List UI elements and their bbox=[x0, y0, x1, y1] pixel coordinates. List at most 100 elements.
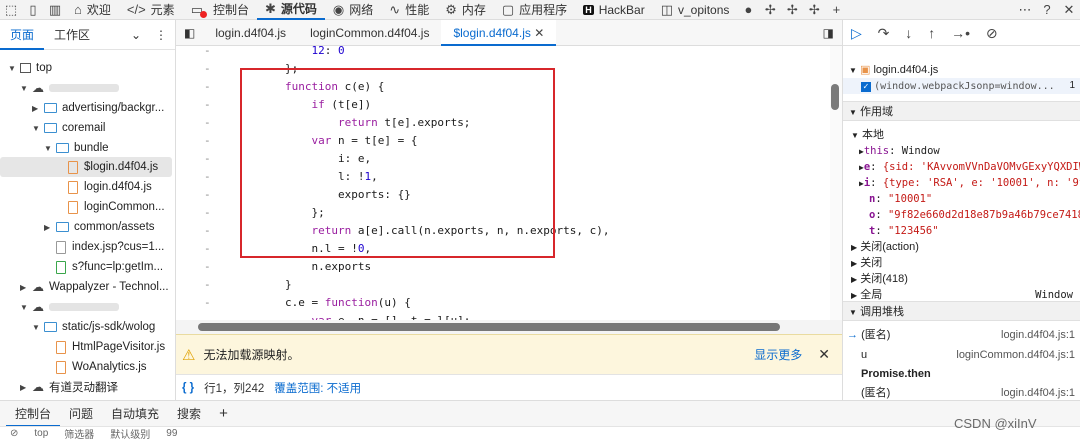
close-icon[interactable]: ✕ bbox=[818, 346, 830, 363]
tree-item-folder[interactable]: ▼ static/js-sdk/wolog bbox=[0, 317, 176, 337]
line-gutter[interactable]: - bbox=[204, 294, 212, 312]
extension-icon[interactable]: ✢ bbox=[781, 0, 803, 20]
tree-item-folder[interactable]: ▶ advertising/backgr... bbox=[0, 98, 176, 118]
more-vertical-icon[interactable]: ⋮ bbox=[147, 20, 175, 50]
horizontal-scroll-thumb[interactable] bbox=[198, 323, 780, 331]
log-level-select[interactable]: 默认级别 bbox=[110, 426, 150, 441]
resume-icon[interactable]: ▷ bbox=[851, 25, 862, 41]
cookie-icon[interactable]: ● bbox=[737, 0, 759, 20]
tree-item-file[interactable]: HtmlPageVisitor.js bbox=[0, 337, 176, 357]
tree-item-file[interactable]: $login.d4f04.js bbox=[0, 157, 172, 177]
tab-elements[interactable]: </> 元素 bbox=[119, 0, 183, 20]
tree-item-folder[interactable]: ▼ coremail bbox=[0, 118, 176, 138]
tree-item-extension[interactable]: ▶ ☁ 有道灵动翻译 bbox=[0, 377, 176, 397]
tab-sources[interactable]: ✱ 源代码 bbox=[257, 0, 325, 20]
coverage-link[interactable]: 覆盖范围: 不适用 bbox=[274, 380, 361, 396]
line-gutter[interactable]: - bbox=[204, 96, 212, 114]
closure-scope[interactable]: ▶ 关闭(418) bbox=[843, 271, 1080, 287]
line-gutter[interactable]: - bbox=[204, 204, 212, 222]
tree-item-origin[interactable]: ▼ ☁ bbox=[0, 78, 176, 98]
scope-entry[interactable]: ▶this: Window bbox=[843, 143, 1080, 159]
tree-item-file[interactable]: WoAnalytics.js bbox=[0, 357, 176, 377]
tree-item-file[interactable]: index.jsp?cus=1... bbox=[0, 237, 176, 257]
editor-tab[interactable]: login.d4f04.js bbox=[203, 20, 298, 46]
tree-item-folder[interactable]: ▼ bundle bbox=[0, 138, 176, 158]
breakpoint-entry[interactable]: ✓ (window.webpackJsonp=window... 1 bbox=[843, 78, 1080, 94]
context-selector[interactable]: top bbox=[34, 428, 48, 439]
checkbox-checked-icon[interactable]: ✓ bbox=[861, 82, 871, 92]
line-gutter[interactable]: - bbox=[204, 60, 212, 78]
line-gutter[interactable]: - bbox=[204, 312, 212, 320]
close-icon[interactable]: ✕ bbox=[1058, 0, 1080, 20]
issues-count[interactable]: 99 bbox=[166, 428, 177, 439]
scope-entry[interactable]: t: "123456" bbox=[843, 223, 1080, 239]
tab-application[interactable]: ▢ 应用程序 bbox=[494, 0, 575, 20]
tree-item-top[interactable]: ▼ top bbox=[0, 58, 176, 78]
extension-icon[interactable]: ✢ bbox=[759, 0, 781, 20]
drawer-tab-console[interactable]: 控制台 bbox=[6, 401, 61, 427]
debugger-toggle-icon[interactable]: ◨ bbox=[815, 20, 842, 46]
line-gutter[interactable]: - bbox=[204, 46, 212, 60]
step-into-icon[interactable]: ↓ bbox=[905, 25, 912, 41]
show-more-link[interactable]: 显示更多 bbox=[754, 346, 802, 363]
tree-item-folder[interactable]: ▶ common/assets bbox=[0, 217, 176, 237]
line-gutter[interactable]: - bbox=[204, 150, 212, 168]
help-icon[interactable]: ? bbox=[1036, 0, 1058, 20]
tab-network[interactable]: ◉ 网络 bbox=[325, 0, 381, 20]
add-drawer-tab-button[interactable]: + bbox=[210, 401, 237, 427]
tree-item-file[interactable]: loginCommon... bbox=[0, 197, 176, 217]
vertical-scroll-thumb[interactable] bbox=[831, 84, 839, 110]
scope-header[interactable]: ▼ 作用域 bbox=[843, 101, 1080, 121]
line-gutter[interactable]: - bbox=[204, 114, 212, 132]
scope-entry[interactable]: n: "10001" bbox=[843, 191, 1080, 207]
tab-memory[interactable]: ⚙ 内存 bbox=[437, 0, 494, 20]
inspect-icon[interactable]: ⬚ bbox=[0, 0, 22, 20]
step-over-icon[interactable]: ↷ bbox=[878, 25, 890, 41]
tree-item-file[interactable]: s?func=lp:getIm... bbox=[0, 257, 176, 277]
tab-performance[interactable]: ∿ 性能 bbox=[381, 0, 437, 20]
pretty-print-button[interactable]: { } bbox=[182, 382, 194, 394]
drawer-tab-issues[interactable]: 问题 bbox=[60, 401, 102, 427]
tree-item-file[interactable]: login.d4f04.js bbox=[0, 177, 176, 197]
callstack-header[interactable]: ▼ 调用堆栈 bbox=[843, 301, 1080, 321]
line-gutter[interactable]: - bbox=[204, 276, 212, 294]
scope-entry[interactable]: ▶e: {sid: 'KAvvomVVnDaVOMvGExyYQXDIWm bbox=[843, 159, 1080, 175]
line-gutter[interactable]: - bbox=[204, 132, 212, 150]
clear-console-icon[interactable]: ⊘ bbox=[10, 428, 18, 439]
tab-v-opitons[interactable]: ◫ v_opitons bbox=[653, 0, 738, 20]
more-icon[interactable]: ⋯ bbox=[1014, 0, 1036, 20]
callstack-frame[interactable]: u loginCommon.d4f04.js:1 bbox=[843, 347, 1080, 363]
filter-input[interactable]: 筛选器 bbox=[64, 426, 94, 441]
dock-icon[interactable]: ▥ bbox=[44, 0, 66, 20]
callstack-frame[interactable]: → (匿名) login.d4f04.js:1 bbox=[843, 327, 1080, 343]
drawer-tab-autofill[interactable]: 自动填充 bbox=[102, 401, 168, 427]
closure-scope[interactable]: ▶ 关闭(action) bbox=[843, 239, 1080, 255]
line-gutter[interactable]: - bbox=[204, 222, 212, 240]
chevron-down-icon[interactable]: ⌄ bbox=[125, 20, 147, 50]
tree-item-extension[interactable]: ▶ ☁ Wappalyzer - Technol... bbox=[0, 277, 176, 297]
tab-workspace[interactable]: 工作区 bbox=[44, 20, 100, 50]
local-scope-header[interactable]: ▼ 本地 bbox=[843, 127, 1080, 143]
extension-icon[interactable]: ✢ bbox=[803, 0, 825, 20]
callstack-frame[interactable]: (匿名) login.d4f04.js:1 bbox=[843, 385, 1080, 400]
drawer-tab-search[interactable]: 搜索 bbox=[168, 401, 210, 427]
scope-entry[interactable]: ▶i: {type: 'RSA', e: '10001', n: '9f8 bbox=[843, 175, 1080, 191]
editor-tab[interactable]: loginCommon.d4f04.js bbox=[298, 20, 441, 46]
step-out-icon[interactable]: ↑ bbox=[928, 25, 935, 41]
deactivate-breakpoints-icon[interactable]: ⊘ bbox=[986, 25, 998, 41]
line-gutter[interactable]: - bbox=[204, 168, 212, 186]
line-gutter[interactable]: - bbox=[204, 78, 212, 96]
tab-hackbar[interactable]: H HackBar bbox=[575, 0, 653, 20]
tab-welcome[interactable]: ⌂ 欢迎 bbox=[66, 0, 119, 20]
tab-console[interactable]: ▭ 控制台 bbox=[183, 0, 257, 20]
editor-tab-active[interactable]: $login.d4f04.js ✕ bbox=[441, 19, 557, 46]
scope-entry[interactable]: o: "9f82e660d2d18e87b9a46b79ce7418b8 bbox=[843, 207, 1080, 223]
device-icon[interactable]: ▯ bbox=[22, 0, 44, 20]
sidebar-toggle-icon[interactable]: ◧ bbox=[176, 20, 203, 46]
line-gutter[interactable]: - bbox=[204, 258, 212, 276]
breakpoint-file[interactable]: ▼ ▣ login.d4f04.js bbox=[843, 62, 1080, 78]
closure-scope[interactable]: ▶ 关闭 bbox=[843, 255, 1080, 271]
line-gutter[interactable]: - bbox=[204, 240, 212, 258]
close-icon[interactable]: ✕ bbox=[534, 26, 544, 40]
tab-page[interactable]: 页面 bbox=[0, 20, 45, 50]
